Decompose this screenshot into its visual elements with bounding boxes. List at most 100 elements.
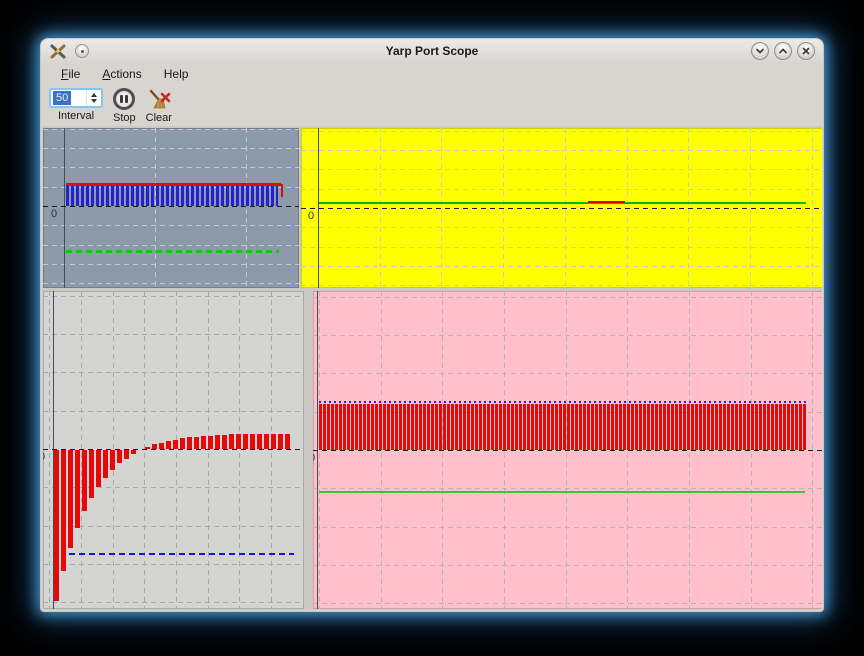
clear-button[interactable]: Clear: [146, 88, 172, 124]
bar: [152, 444, 157, 449]
bar: [201, 436, 206, 449]
bar: [75, 450, 80, 528]
interval-label: Interval: [58, 110, 94, 122]
minimize-button[interactable]: [751, 42, 769, 60]
spinbox-arrows[interactable]: [86, 90, 101, 106]
zero-line: [301, 208, 822, 209]
menu-help-label: Help: [164, 67, 189, 81]
bar: [208, 436, 213, 449]
dot-icon: [81, 50, 84, 53]
gridline-v: [208, 291, 209, 609]
gridline-v: [176, 291, 177, 609]
plot-panel-bottom-left: 0: [43, 291, 304, 609]
menu-file-label: ile: [68, 67, 80, 81]
gridline-v: [49, 291, 50, 609]
interval-tool: 50 Interval: [49, 88, 103, 122]
stop-label: Stop: [113, 112, 136, 124]
interval-value: 50: [53, 91, 71, 105]
bar: [229, 434, 234, 449]
bar: [103, 450, 108, 478]
gridline-h: [43, 225, 299, 226]
gridline-h: [43, 372, 304, 373]
gridline-v: [246, 128, 247, 288]
gridline-h: [43, 245, 299, 246]
desktop-background: Yarp Port Scope File Actions Help: [0, 0, 864, 656]
interval-spinbox[interactable]: 50: [49, 88, 103, 108]
pause-circle-icon: [113, 88, 135, 110]
menu-file[interactable]: File: [53, 64, 88, 84]
chevron-up-icon: [778, 46, 788, 56]
bar: [89, 450, 94, 498]
maximize-button[interactable]: [774, 42, 792, 60]
spin-down-icon[interactable]: [91, 99, 97, 103]
titlebar[interactable]: Yarp Port Scope: [41, 39, 823, 63]
bar: [131, 450, 136, 454]
gridline-h: [313, 527, 822, 528]
bar: [145, 447, 150, 449]
gridline-h: [43, 411, 304, 412]
chevron-down-icon: [755, 46, 765, 56]
gridline-h: [43, 167, 299, 168]
gridline-v: [271, 291, 272, 609]
bar: [159, 443, 164, 449]
bar: [124, 450, 129, 459]
zero-label: 0: [43, 452, 45, 463]
gridline-h: [43, 264, 299, 265]
gridline-h: [43, 526, 304, 527]
zero-label: 0: [308, 211, 314, 222]
bar: [243, 434, 248, 449]
plot-panel-bottom-right: 0: [313, 291, 822, 609]
app-icon[interactable]: [49, 42, 67, 60]
plots-area: 0000: [42, 126, 822, 610]
bar: [257, 434, 262, 449]
menu-actions-label: ctions: [110, 67, 141, 81]
gridline-h: [313, 373, 822, 374]
gridline-h: [313, 335, 822, 336]
bar: [236, 434, 241, 449]
close-button[interactable]: [797, 42, 815, 60]
gridline-h: [313, 297, 822, 298]
bar: [180, 438, 185, 449]
gridline-h: [43, 564, 304, 565]
bar: [271, 434, 276, 449]
window-menu-button[interactable]: [75, 44, 89, 58]
gridline-h: [313, 603, 822, 604]
series-green-constant: [319, 202, 806, 204]
menubar: File Actions Help: [41, 63, 823, 85]
bar: [166, 441, 171, 449]
bar: [54, 450, 59, 601]
zero-label: 0: [313, 453, 315, 464]
bar: [82, 450, 87, 511]
gridline-v: [144, 291, 145, 609]
series-red-segment: [588, 201, 625, 203]
stop-button[interactable]: Stop: [113, 88, 136, 124]
bar: [110, 450, 115, 470]
menu-actions[interactable]: Actions: [94, 64, 149, 84]
bar: [278, 434, 283, 449]
bar: [61, 450, 66, 571]
gridline-h: [43, 334, 304, 335]
gridline-v: [303, 291, 304, 609]
toolbar: 50 Interval Stop: [41, 85, 823, 126]
spin-up-icon[interactable]: [91, 93, 97, 97]
series-red-square-wave: [319, 404, 806, 450]
gridline-h: [43, 148, 299, 149]
bar: [173, 440, 178, 449]
bar: [215, 435, 220, 449]
gridline-v: [155, 128, 156, 288]
zero-line: [313, 450, 822, 451]
app-window: Yarp Port Scope File Actions Help: [40, 38, 824, 612]
gridline-h: [43, 296, 304, 297]
gridline-h: [43, 283, 299, 284]
bar: [187, 437, 192, 449]
clear-label: Clear: [146, 112, 172, 124]
gridline-h: [313, 565, 822, 566]
menu-help[interactable]: Help: [156, 64, 197, 84]
gridline-h: [43, 602, 304, 603]
bar: [222, 435, 227, 449]
bar: [194, 437, 199, 449]
window-title: Yarp Port Scope: [41, 44, 823, 58]
gridline-h: [313, 488, 822, 489]
bar: [117, 450, 122, 463]
series-blue-dashed-constant: [69, 553, 294, 555]
